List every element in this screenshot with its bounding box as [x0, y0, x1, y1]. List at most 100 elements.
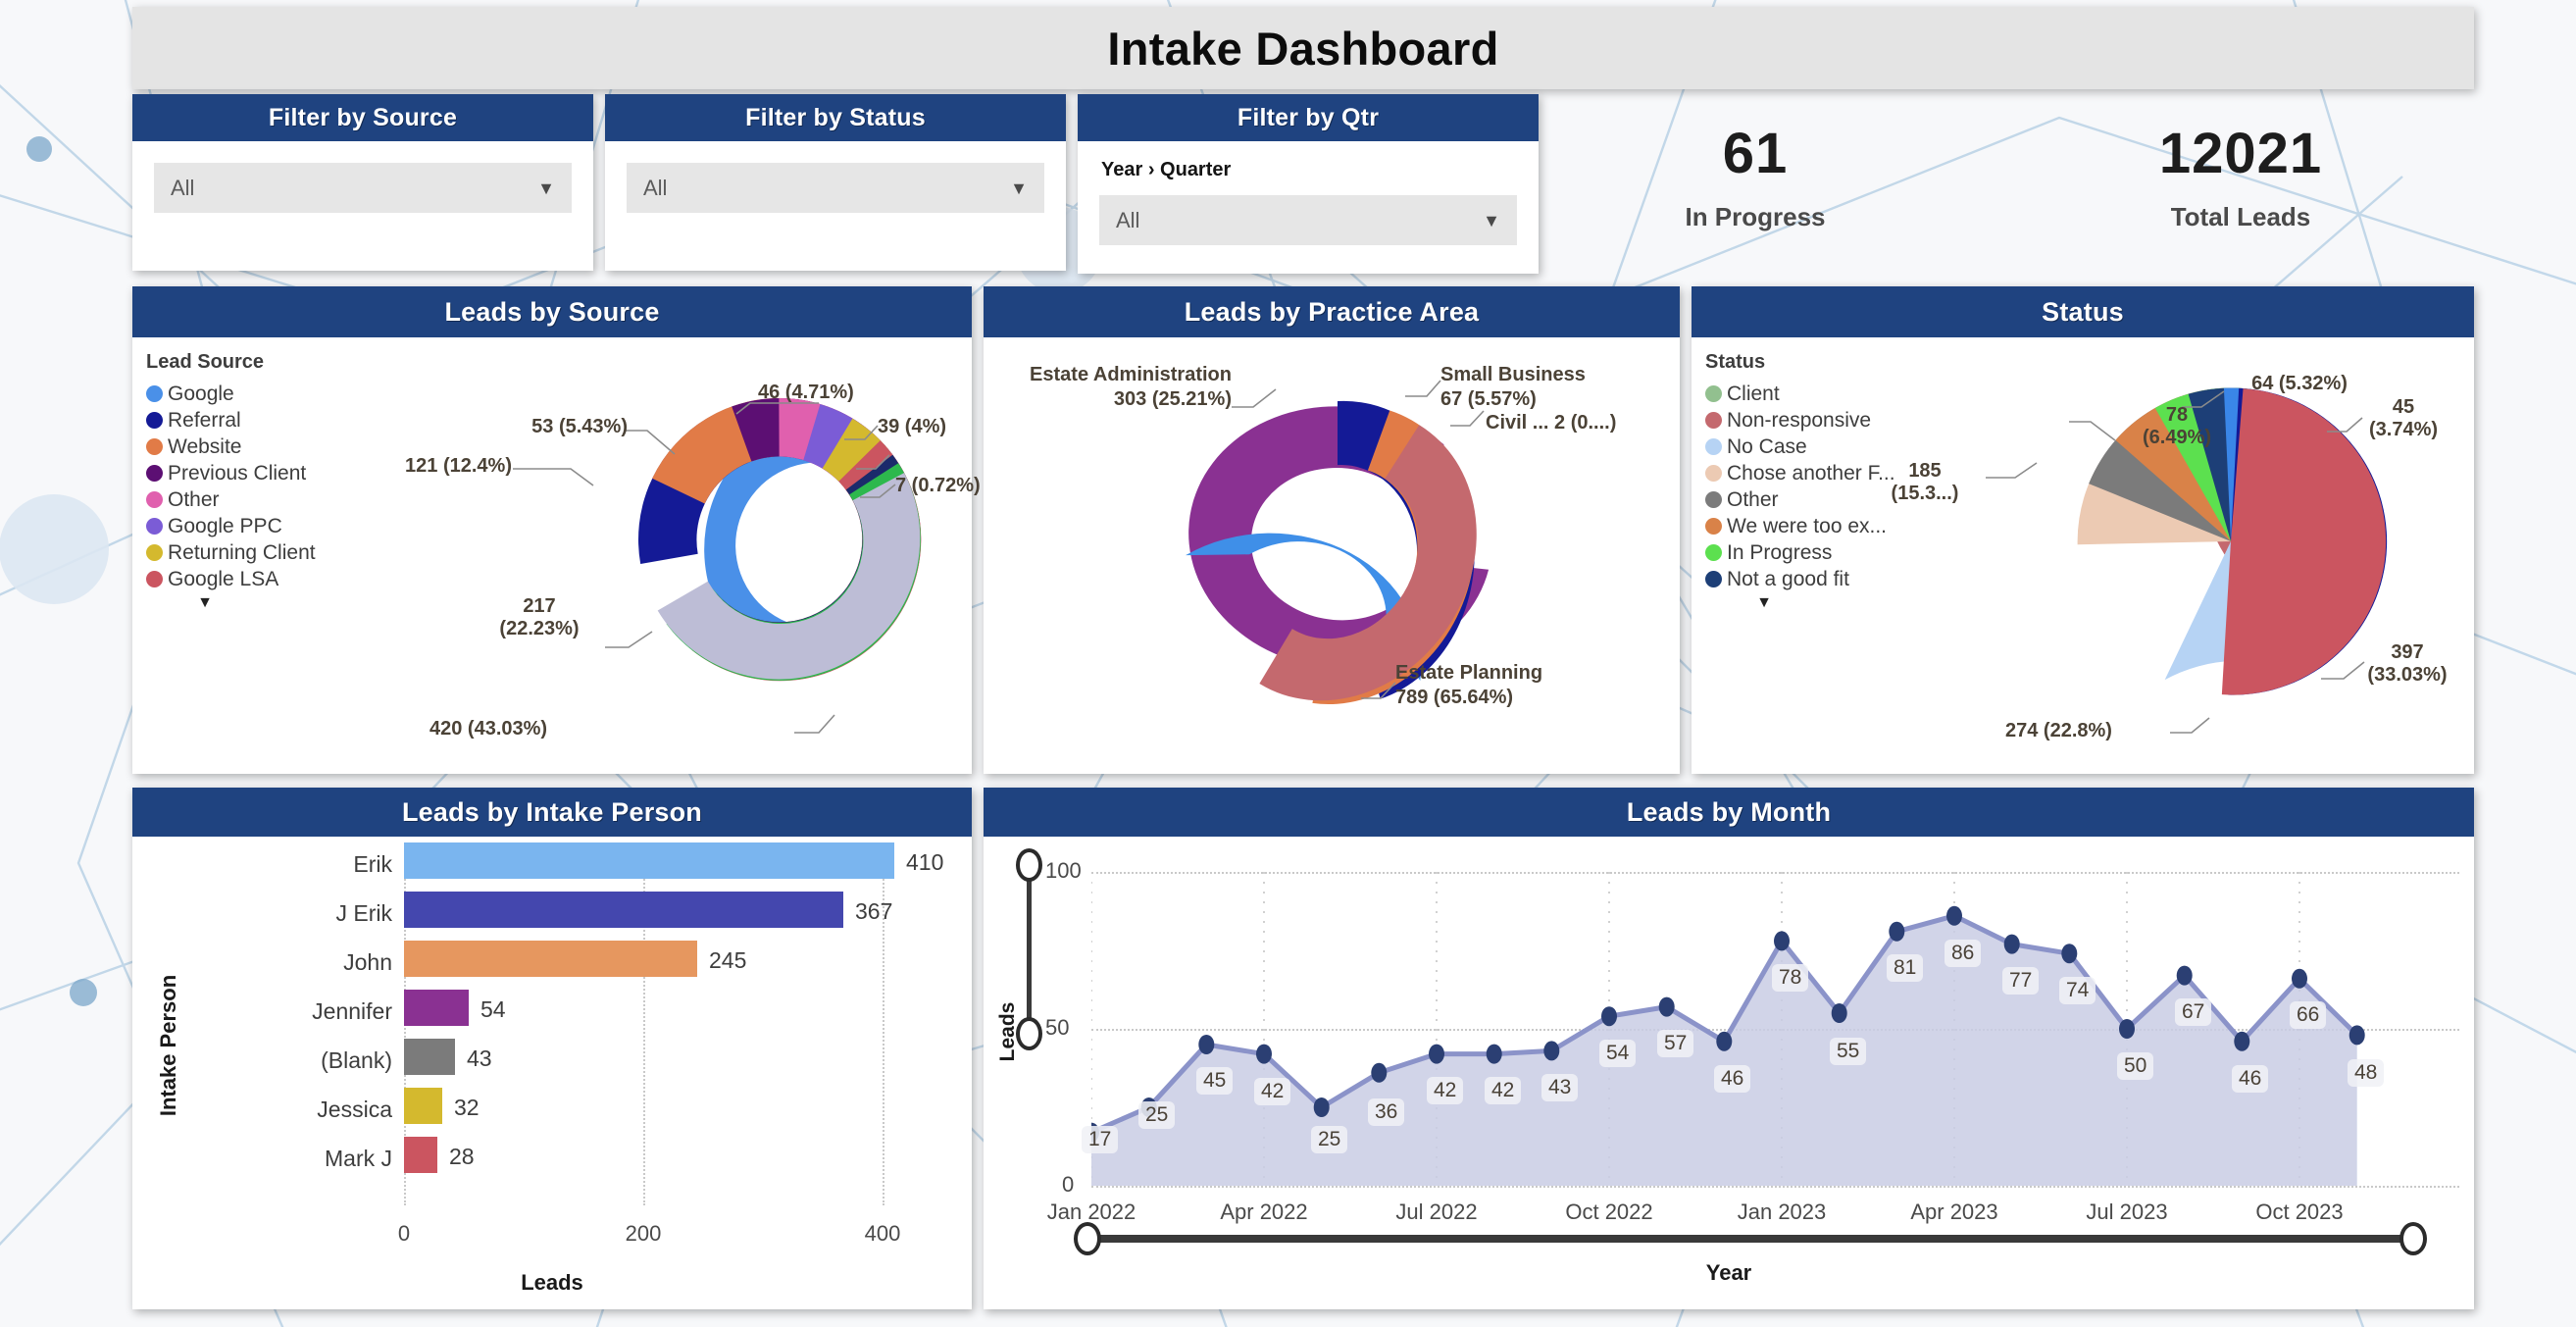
label-estate-planning: Estate Planning 789 (65.64%)	[1395, 661, 1542, 710]
y-axis-slider-knob-top[interactable]	[1016, 848, 1042, 882]
point-label-8: 43	[1541, 1074, 1578, 1101]
point-label-22: 48	[2348, 1059, 2384, 1087]
y-tick-100: 100	[1045, 858, 1082, 884]
chevron-down-icon: ▼	[537, 179, 555, 197]
label-other: 46 (4.71%)	[758, 382, 854, 404]
bar-category-j-erik: J Erik	[221, 900, 392, 927]
label-civil: Civil ... 2 (0....)	[1486, 412, 1616, 434]
filter-source-value: All	[171, 176, 194, 201]
filter-card-status: Filter by Status All ▼	[605, 94, 1066, 271]
point-label-4: 25	[1311, 1126, 1347, 1153]
kpi-in-progress: 61 In Progress	[1628, 126, 1883, 232]
bar-erik[interactable]	[404, 842, 894, 879]
bar-john[interactable]	[404, 941, 697, 977]
leads-by-month-area[interactable]	[1091, 846, 2459, 1190]
chevron-down-icon: ▼	[1483, 212, 1500, 230]
bar-blank[interactable]	[404, 1039, 455, 1075]
panel-leads-by-intake-person: Leads by Intake Person Intake Person Lea…	[132, 788, 972, 1309]
y-axis-slider-track[interactable]	[1027, 866, 1032, 1033]
status-chart[interactable]: Status Client Non-responsive No Case Cho…	[1692, 286, 2474, 774]
kpi-in-progress-label: In Progress	[1628, 202, 1883, 232]
bar-category-jennifer: Jennifer	[221, 998, 392, 1025]
x-tick-apr-2022: Apr 2022	[1186, 1199, 1342, 1225]
bar-category-blank: (Blank)	[221, 1047, 392, 1074]
intake-person-y-axis-title: Intake Person	[156, 947, 181, 1144]
bar-mark-j[interactable]	[404, 1137, 437, 1173]
x-tick-jan-2023: Jan 2023	[1703, 1199, 1860, 1225]
leads-by-practice-area-chart[interactable]: Estate Administration 303 (25.21%) Small…	[984, 286, 1680, 774]
point-label-15: 86	[1945, 940, 1981, 967]
point-label-17: 74	[2059, 977, 2096, 1004]
x-axis-slider-knob-right[interactable]	[2399, 1222, 2427, 1255]
label-non-responsive: 274 (22.8%)	[2005, 720, 2112, 742]
filter-card-qtr: Filter by Qtr Year › Quarter All ▼	[1078, 94, 1539, 274]
bar-jessica[interactable]	[404, 1088, 442, 1124]
filter-qtr-value: All	[1116, 208, 1139, 233]
point-label-14: 81	[1887, 954, 1923, 982]
kpi-total-leads: 12021 Total Leads	[2084, 126, 2398, 232]
label-google: 420 (43.03%)	[429, 718, 547, 740]
label-website: 121 (12.4%)	[343, 455, 512, 478]
x-tick-400: 400	[849, 1221, 916, 1247]
status-leader-lines	[1692, 286, 2474, 774]
point-label-5: 36	[1368, 1098, 1404, 1126]
filter-status-dropdown[interactable]: All ▼	[627, 163, 1044, 213]
filter-qtr-dropdown[interactable]: All ▼	[1099, 195, 1517, 245]
x-tick-apr-2023: Apr 2023	[1876, 1199, 2033, 1225]
bar-jennifer[interactable]	[404, 990, 469, 1026]
point-label-21: 66	[2290, 1001, 2326, 1029]
label-previous-client: 53 (5.43%)	[466, 416, 628, 438]
point-label-10: 57	[1657, 1030, 1693, 1057]
panel-leads-by-source: Leads by Source Lead Source Google Refer…	[132, 286, 972, 774]
point-label-12: 78	[1772, 964, 1808, 992]
panel-leads-by-month: Leads by Month Leads Year 100 50 0	[984, 788, 2474, 1309]
x-tick-oct-2022: Oct 2022	[1531, 1199, 1688, 1225]
month-x-axis-title: Year	[984, 1260, 2474, 1286]
filter-status-title: Filter by Status	[605, 94, 1066, 141]
label-referral: 217 (22.23%)	[476, 595, 603, 640]
filter-qtr-title: Filter by Qtr	[1078, 94, 1539, 141]
point-label-3: 42	[1254, 1078, 1290, 1105]
page-title: Intake Dashboard	[1107, 22, 1498, 76]
practice-area-leader-lines	[984, 286, 1680, 774]
bar-value-blank: 43	[467, 1046, 492, 1072]
label-google-ppc: 39 (4%)	[878, 416, 946, 438]
label-estate-administration: Estate Administration 303 (25.21%)	[998, 363, 1232, 412]
x-tick-jul-2023: Jul 2023	[2048, 1199, 2205, 1225]
bar-category-jessica: Jessica	[221, 1097, 392, 1123]
intake-person-x-axis-title: Leads	[132, 1270, 972, 1296]
filter-source-dropdown[interactable]: All ▼	[154, 163, 572, 213]
leads-by-month-chart[interactable]: Leads Year 100 50 0	[984, 788, 2474, 1309]
leads-by-intake-person-chart[interactable]: Intake Person Leads Erik 410 J Erik 367 …	[132, 788, 972, 1309]
y-axis-slider-knob-bottom[interactable]	[1016, 1017, 1042, 1050]
point-label-20: 46	[2232, 1065, 2268, 1093]
point-label-19: 67	[2175, 998, 2211, 1026]
label-google-lsa: 7 (0.72%)	[895, 475, 981, 497]
bar-category-john: John	[221, 949, 392, 976]
filter-source-title: Filter by Source	[132, 94, 593, 141]
leads-by-source-leader-lines	[132, 286, 972, 774]
point-label-13: 55	[1830, 1038, 1866, 1065]
x-tick-200: 200	[610, 1221, 677, 1247]
bar-value-j-erik: 367	[855, 898, 892, 925]
point-label-7: 42	[1485, 1077, 1521, 1104]
bar-value-john: 245	[709, 947, 746, 974]
y-tick-50: 50	[1045, 1015, 1069, 1041]
kpi-in-progress-value: 61	[1628, 126, 1883, 182]
label-other: 64 (5.32%)	[2221, 373, 2378, 395]
point-label-9: 54	[1599, 1040, 1636, 1067]
bar-j-erik[interactable]	[404, 892, 843, 928]
leads-by-source-chart[interactable]: Lead Source Google Referral Website Prev…	[132, 286, 972, 774]
x-axis-slider-knob-left[interactable]	[1074, 1222, 1101, 1255]
x-axis-slider-track[interactable]	[1091, 1235, 2417, 1243]
filter-status-value: All	[643, 176, 667, 201]
dashboard-title-bar: Intake Dashboard	[132, 7, 2474, 89]
x-tick-jan-2022: Jan 2022	[1013, 1199, 1170, 1225]
bar-category-mark-j: Mark J	[221, 1146, 392, 1172]
bar-value-mark-j: 28	[449, 1144, 475, 1170]
point-label-0: 17	[1082, 1126, 1118, 1153]
point-label-2: 45	[1196, 1067, 1233, 1095]
kpi-total-leads-label: Total Leads	[2084, 202, 2398, 232]
point-label-11: 46	[1714, 1065, 1750, 1093]
bar-value-jennifer: 54	[480, 996, 506, 1023]
